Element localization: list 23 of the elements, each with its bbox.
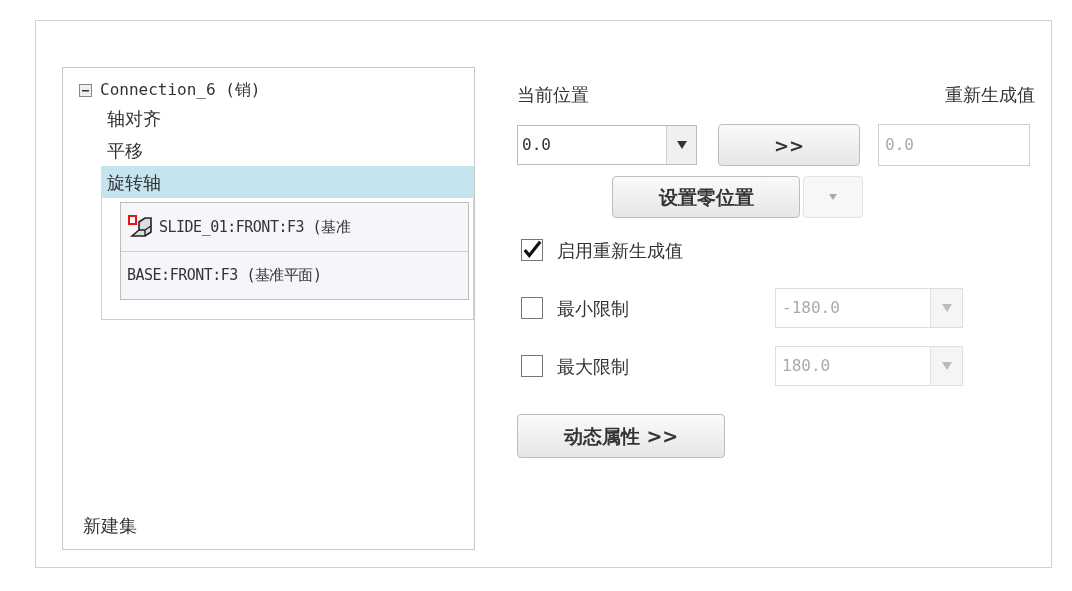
dropdown-arrow-icon [941,304,952,312]
collapse-toggle-icon[interactable] [79,83,92,97]
dropdown-arrow-icon [941,362,952,370]
checkbox-label: 最大限制 [557,354,630,379]
dropdown-arrow-icon [829,194,837,200]
checkbox[interactable] [521,297,543,319]
set-zero-position-button[interactable]: 设置零位置 [612,176,800,218]
checkbox[interactable] [521,239,543,261]
dynamic-properties-button[interactable]: 动态属性 >> [517,414,725,458]
tree-item[interactable]: 轴对齐 [101,102,474,134]
tree-item[interactable]: 平移 [101,134,474,166]
dropdown-arrow-icon[interactable] [676,141,687,149]
tree-item[interactable]: 旋转轴 [101,166,474,198]
checkbox[interactable] [521,355,543,377]
copy-button[interactable]: >> [718,124,860,166]
checkbox-label: 最小限制 [557,296,630,321]
tree-item[interactable]: Connection_6 (销) [100,78,261,102]
regen-value-label: 重新生成值 [945,83,1035,107]
part-icon [127,214,153,240]
checkbox-label: 启用重新生成值 [557,238,684,263]
position-dropdown[interactable]: 0.0 [517,125,697,165]
current-position-label: 当前位置 [517,83,589,107]
new-set-label[interactable]: 新建集 [83,512,137,539]
